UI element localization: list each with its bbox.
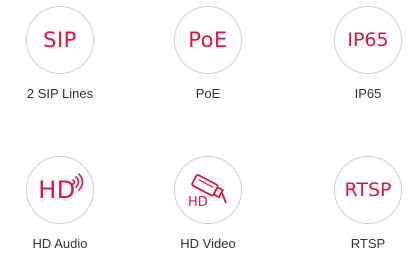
feature-sip: SIP 2 SIP Lines: [0, 6, 120, 101]
feature-hd-video: HD HD Video: [148, 156, 268, 251]
feature-label: PoE: [195, 86, 221, 101]
sound-waves-icon: [72, 173, 84, 191]
sip-badge-text: SIP: [43, 28, 77, 52]
feature-label: RTSP: [350, 236, 386, 251]
feature-label: IP65: [354, 86, 382, 101]
feature-label: HD Video: [180, 236, 236, 251]
feature-label: HD Audio: [32, 236, 88, 251]
ip65-badge-icon: IP65: [334, 6, 402, 74]
hd-audio-icon: HD: [26, 156, 94, 224]
feature-label: 2 SIP Lines: [26, 86, 94, 101]
feature-ip65: IP65 IP65: [308, 6, 413, 101]
poe-badge-icon: PoE: [174, 6, 242, 74]
feature-hd-audio: HD HD Audio: [0, 156, 120, 251]
ip65-badge-text: IP65: [347, 29, 389, 51]
rtsp-badge-icon: RTSP: [334, 156, 402, 224]
hd-video-text: HD: [188, 195, 208, 210]
sip-badge-icon: SIP: [26, 6, 94, 74]
poe-badge-text: PoE: [188, 28, 228, 52]
feature-poe: PoE PoE: [148, 6, 268, 101]
rtsp-badge-text: RTSP: [344, 179, 392, 201]
camera-icon: HD: [174, 156, 242, 224]
feature-rtsp: RTSP RTSP: [308, 156, 413, 251]
